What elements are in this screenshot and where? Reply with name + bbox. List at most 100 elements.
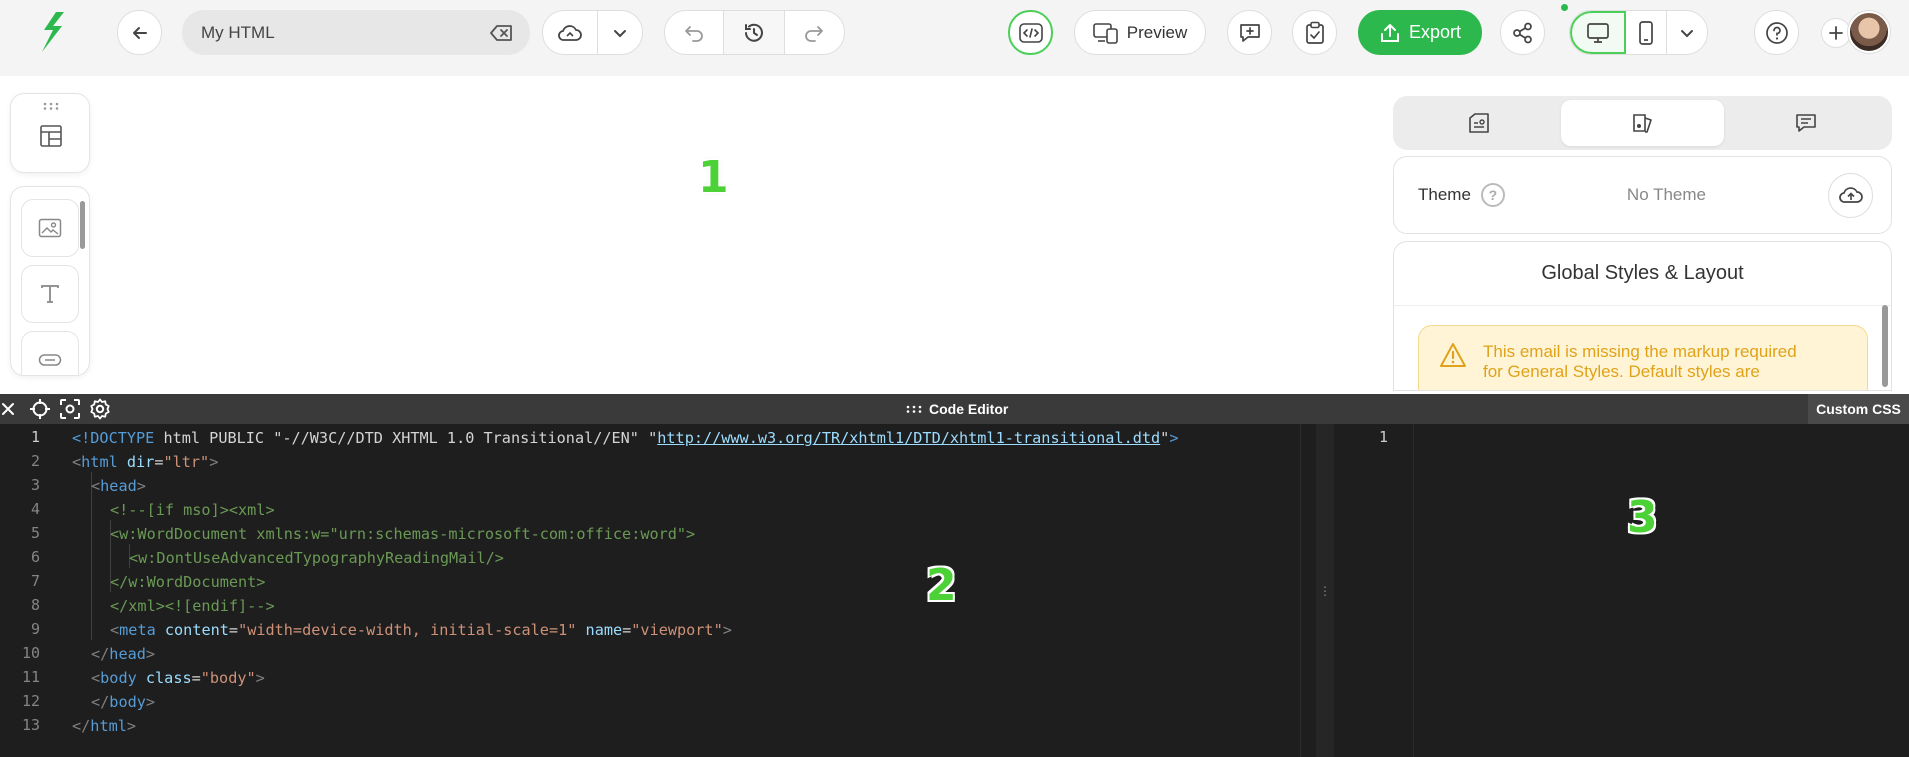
- arrow-left-icon: [132, 26, 147, 39]
- annotation-marker-3: 3: [1627, 492, 1658, 543]
- preview-label: Preview: [1126, 22, 1188, 42]
- focus-mode-button[interactable]: [55, 394, 85, 424]
- annotation-marker-2: 2: [926, 560, 957, 611]
- device-menu-button[interactable]: [1667, 11, 1707, 54]
- drag-handle-icon[interactable]: [905, 405, 923, 413]
- backspace-icon[interactable]: [490, 24, 514, 42]
- focus-icon: [60, 399, 80, 419]
- code-editor-title-text: Code Editor: [929, 401, 1009, 417]
- add-collaborator-button[interactable]: [1821, 18, 1851, 48]
- share-icon: [1512, 22, 1532, 43]
- crosshair-icon: [30, 399, 50, 419]
- gear-icon: [90, 398, 110, 420]
- history-button[interactable]: [724, 11, 785, 54]
- drag-handle-icon[interactable]: [42, 102, 60, 110]
- custom-css-editor[interactable]: 1: [1334, 424, 1909, 757]
- top-toolbar: My HTML Preview Export: [0, 0, 1909, 64]
- export-label: Export: [1408, 22, 1462, 42]
- settings-icon: [1469, 113, 1489, 133]
- line-number: 6: [30, 548, 40, 566]
- button-block-tile[interactable]: [21, 331, 79, 375]
- code-line[interactable]: <w:WordDocument xmlns:w="urn:schemas-mic…: [110, 522, 695, 546]
- undo-icon: [685, 25, 703, 42]
- test-email-button[interactable]: [1292, 10, 1337, 55]
- code-editor-title[interactable]: Code Editor: [905, 394, 1008, 424]
- code-line[interactable]: <!DOCTYPE html PUBLIC "-//W3C//DTD XHTML…: [72, 426, 1178, 450]
- custom-css-tab[interactable]: Custom CSS: [1808, 394, 1909, 424]
- line-number: 2: [30, 452, 40, 470]
- email-name-field[interactable]: My HTML: [182, 10, 530, 55]
- settings-scrollbar[interactable]: [1882, 305, 1888, 387]
- redo-button[interactable]: [785, 11, 844, 54]
- line-number: 7: [30, 572, 40, 590]
- code-line[interactable]: <w:DontUseAdvancedTypographyReadingMail/…: [129, 546, 504, 570]
- pane-splitter[interactable]: ⋮: [1316, 424, 1334, 757]
- line-number: 10: [21, 644, 40, 662]
- save-button[interactable]: [543, 11, 598, 54]
- mobile-icon: [1639, 20, 1653, 45]
- line-number: 9: [30, 620, 40, 638]
- theme-label: Theme: [1418, 185, 1471, 204]
- help-button[interactable]: [1754, 10, 1799, 55]
- line-number: 13: [21, 716, 40, 734]
- redo-icon: [805, 25, 824, 42]
- locate-element-button[interactable]: [25, 394, 55, 424]
- cloud-upload-icon: [1838, 187, 1863, 203]
- tab-comments[interactable]: [1724, 100, 1888, 146]
- editor-settings-button[interactable]: [85, 394, 115, 424]
- comment-plus-icon: [1239, 23, 1260, 42]
- add-comment-button[interactable]: [1227, 10, 1272, 55]
- code-line[interactable]: <meta content="width=device-width, initi…: [110, 618, 732, 642]
- mobile-view-button[interactable]: [1626, 11, 1667, 54]
- history-group: [664, 10, 845, 55]
- desktop-view-button[interactable]: [1570, 11, 1627, 54]
- save-group: [542, 10, 643, 55]
- code-line[interactable]: <!--[if mso]><xml>: [110, 498, 275, 522]
- image-icon: [38, 218, 62, 238]
- user-avatar[interactable]: [1848, 11, 1890, 53]
- share-button[interactable]: [1500, 10, 1545, 55]
- settings-tabs: [1393, 96, 1892, 150]
- line-number: 5: [30, 524, 40, 542]
- structures-panel-button[interactable]: [10, 93, 90, 173]
- line-number: 12: [21, 692, 40, 710]
- close-editor-button[interactable]: [0, 394, 16, 424]
- preview-button[interactable]: Preview: [1074, 10, 1206, 55]
- html-editor-scrollbar[interactable]: [1300, 424, 1315, 757]
- code-line[interactable]: </xml><![endif]-->: [110, 594, 275, 618]
- code-editor-button[interactable]: [1008, 10, 1053, 55]
- export-button[interactable]: Export: [1358, 10, 1482, 55]
- code-line[interactable]: </body>: [91, 690, 155, 714]
- line-number: 8: [30, 596, 40, 614]
- code-line[interactable]: <head>: [91, 474, 146, 498]
- code-line[interactable]: <body class="body">: [91, 666, 265, 690]
- code-line[interactable]: </html>: [72, 714, 136, 738]
- tab-appearance[interactable]: [1560, 100, 1725, 146]
- missing-markup-warning: This email is missing the markup require…: [1418, 325, 1868, 390]
- line-number: 1: [30, 428, 40, 446]
- theme-help-icon[interactable]: ?: [1480, 183, 1505, 207]
- theme-upload-button[interactable]: [1828, 172, 1873, 218]
- text-block-tile[interactable]: [21, 265, 79, 323]
- line-number: 3: [30, 476, 40, 494]
- global-styles-title[interactable]: Global Styles & Layout: [1394, 242, 1891, 306]
- back-button[interactable]: [117, 10, 162, 55]
- code-line[interactable]: </head>: [91, 642, 155, 666]
- tab-settings[interactable]: [1397, 100, 1561, 146]
- undo-button[interactable]: [665, 11, 725, 54]
- code-line[interactable]: <html dir="ltr">: [72, 450, 218, 474]
- html-code-area[interactable]: <!DOCTYPE html PUBLIC "-//W3C//DTD XHTML…: [72, 424, 1312, 757]
- code-icon: [1018, 22, 1043, 43]
- annotation-marker-1: 1: [698, 152, 729, 203]
- warning-line-2: for General Styles. Default styles are: [1483, 362, 1760, 381]
- image-block-tile[interactable]: [21, 199, 79, 257]
- toolbox-scrollbar[interactable]: [80, 201, 85, 249]
- warning-line-1: This email is missing the markup require…: [1483, 342, 1797, 361]
- stripo-logo-icon[interactable]: [36, 8, 70, 56]
- email-name-text[interactable]: My HTML: [201, 23, 490, 43]
- save-menu-button[interactable]: [598, 11, 642, 54]
- code-line[interactable]: </w:WordDocument>: [110, 570, 265, 594]
- device-toggle-group: [1569, 10, 1708, 55]
- comments-icon: [1796, 114, 1816, 132]
- theme-value[interactable]: No Theme: [1505, 185, 1828, 205]
